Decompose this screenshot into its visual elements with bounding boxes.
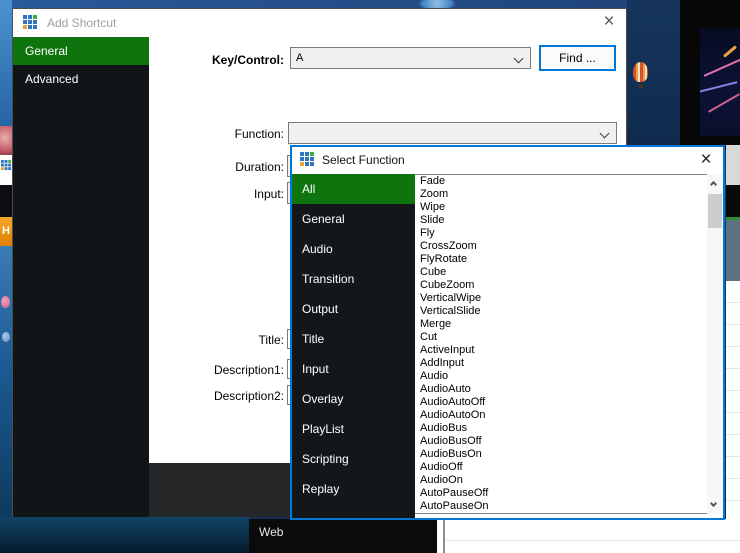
function-item[interactable]: Zoom	[415, 188, 707, 201]
category-item[interactable]: Output	[292, 294, 415, 324]
function-item[interactable]: ActiveInput	[415, 344, 707, 357]
key-control-label: Key/Control:	[143, 53, 284, 67]
scroll-up-icon[interactable]	[710, 181, 717, 188]
function-item[interactable]: AudioOn	[415, 474, 707, 487]
function-item[interactable]: AudioOff	[415, 461, 707, 474]
function-item[interactable]: Merge	[415, 318, 707, 331]
category-item[interactable]: General	[292, 204, 415, 234]
function-item[interactable]: VerticalWipe	[415, 292, 707, 305]
function-item[interactable]: AutoPauseOff	[415, 487, 707, 500]
function-item[interactable]: FlyRotate	[415, 253, 707, 266]
background-window-sliver	[726, 185, 740, 217]
chevron-down-icon	[600, 129, 610, 139]
function-item[interactable]: AudioBus	[415, 422, 707, 435]
description1-label: Description1:	[143, 363, 284, 377]
key-control-value: A	[296, 52, 303, 64]
background-window-sliver	[726, 145, 740, 185]
wallpaper-sky-fragment	[0, 246, 12, 517]
function-select[interactable]	[288, 122, 617, 144]
category-item[interactable]: PlayList	[292, 414, 415, 444]
select-function-title: Select Function	[322, 147, 405, 174]
background-table-sliver	[726, 281, 740, 553]
input-label: Input:	[143, 187, 284, 201]
scrollbar-thumb[interactable]	[708, 194, 722, 228]
category-item[interactable]: Overlay	[292, 384, 415, 414]
sidebar-tab[interactable]: Advanced	[13, 65, 149, 93]
function-category-list: AllGeneralAudioTransitionOutputTitleInpu…	[292, 174, 415, 518]
category-item[interactable]: Audio	[292, 234, 415, 264]
wallpaper-water-fragment	[0, 517, 250, 553]
select-function-dialog: Select Function × AllGeneralAudioTransit…	[290, 145, 725, 520]
function-item[interactable]: CrossZoom	[415, 240, 707, 253]
background-window-sliver	[726, 220, 740, 281]
vmix-logo-icon	[1, 160, 11, 170]
background-window-fragment	[0, 185, 12, 217]
category-item[interactable]: Scripting	[292, 444, 415, 474]
function-item[interactable]: Audio	[415, 370, 707, 383]
function-item[interactable]: CubeZoom	[415, 279, 707, 292]
web-panel[interactable]: Web	[249, 519, 437, 553]
category-item[interactable]: Replay	[292, 474, 415, 504]
close-icon[interactable]: ×	[691, 147, 721, 174]
category-item[interactable]: Input	[292, 354, 415, 384]
balloon-basket-icon	[639, 84, 643, 88]
function-item[interactable]: AudioAutoOn	[415, 409, 707, 422]
category-item[interactable]: Transition	[292, 264, 415, 294]
category-item[interactable]: Title	[292, 324, 415, 354]
function-item[interactable]: AddInput	[415, 357, 707, 370]
function-item[interactable]: Cut	[415, 331, 707, 344]
fireworks-thumbnail	[700, 28, 740, 136]
function-list-scrollbar[interactable]	[707, 174, 723, 514]
scroll-down-icon[interactable]	[710, 500, 717, 507]
function-list: FadeZoomWipeSlideFlyCrossZoomFlyRotateCu…	[415, 174, 707, 514]
duration-label: Duration:	[143, 160, 284, 174]
function-label: Function:	[143, 127, 284, 141]
function-item[interactable]: AudioAuto	[415, 383, 707, 396]
function-item[interactable]: Fade	[415, 175, 707, 188]
hot-air-balloon-icon	[633, 62, 648, 82]
description2-label: Description2:	[143, 389, 284, 403]
function-item[interactable]: Fly	[415, 227, 707, 240]
key-control-select[interactable]: A	[290, 47, 531, 69]
function-item[interactable]: AudioAutoOff	[415, 396, 707, 409]
background-table	[445, 519, 740, 553]
desktop: H Web Add Shortcut × GeneralAdvanced Key…	[0, 0, 740, 553]
wallpaper-balloon-fragment	[0, 126, 12, 155]
function-item[interactable]: Slide	[415, 214, 707, 227]
balloon-icon	[2, 332, 10, 342]
sidebar-tab[interactable]: General	[13, 37, 149, 65]
function-item[interactable]: AutoPauseOn	[415, 500, 707, 513]
function-item[interactable]: AudioBusOn	[415, 448, 707, 461]
title-field-label: Title:	[143, 333, 284, 347]
function-item[interactable]: VerticalSlide	[415, 305, 707, 318]
category-item[interactable]: All	[292, 174, 415, 204]
vmix-logo-icon	[23, 15, 37, 29]
function-item[interactable]: Cube	[415, 266, 707, 279]
add-shortcut-title: Add Shortcut	[47, 9, 116, 37]
function-item[interactable]: AudioBusOff	[415, 435, 707, 448]
balloon-icon	[1, 296, 10, 308]
chevron-down-icon	[514, 54, 524, 64]
add-shortcut-sidebar: GeneralAdvanced	[13, 37, 149, 517]
function-item[interactable]: Wipe	[415, 201, 707, 214]
close-icon[interactable]: ×	[594, 9, 624, 37]
orange-badge: H	[0, 217, 12, 246]
vmix-logo-icon	[300, 152, 314, 166]
find-button[interactable]: Find ...	[539, 45, 616, 71]
